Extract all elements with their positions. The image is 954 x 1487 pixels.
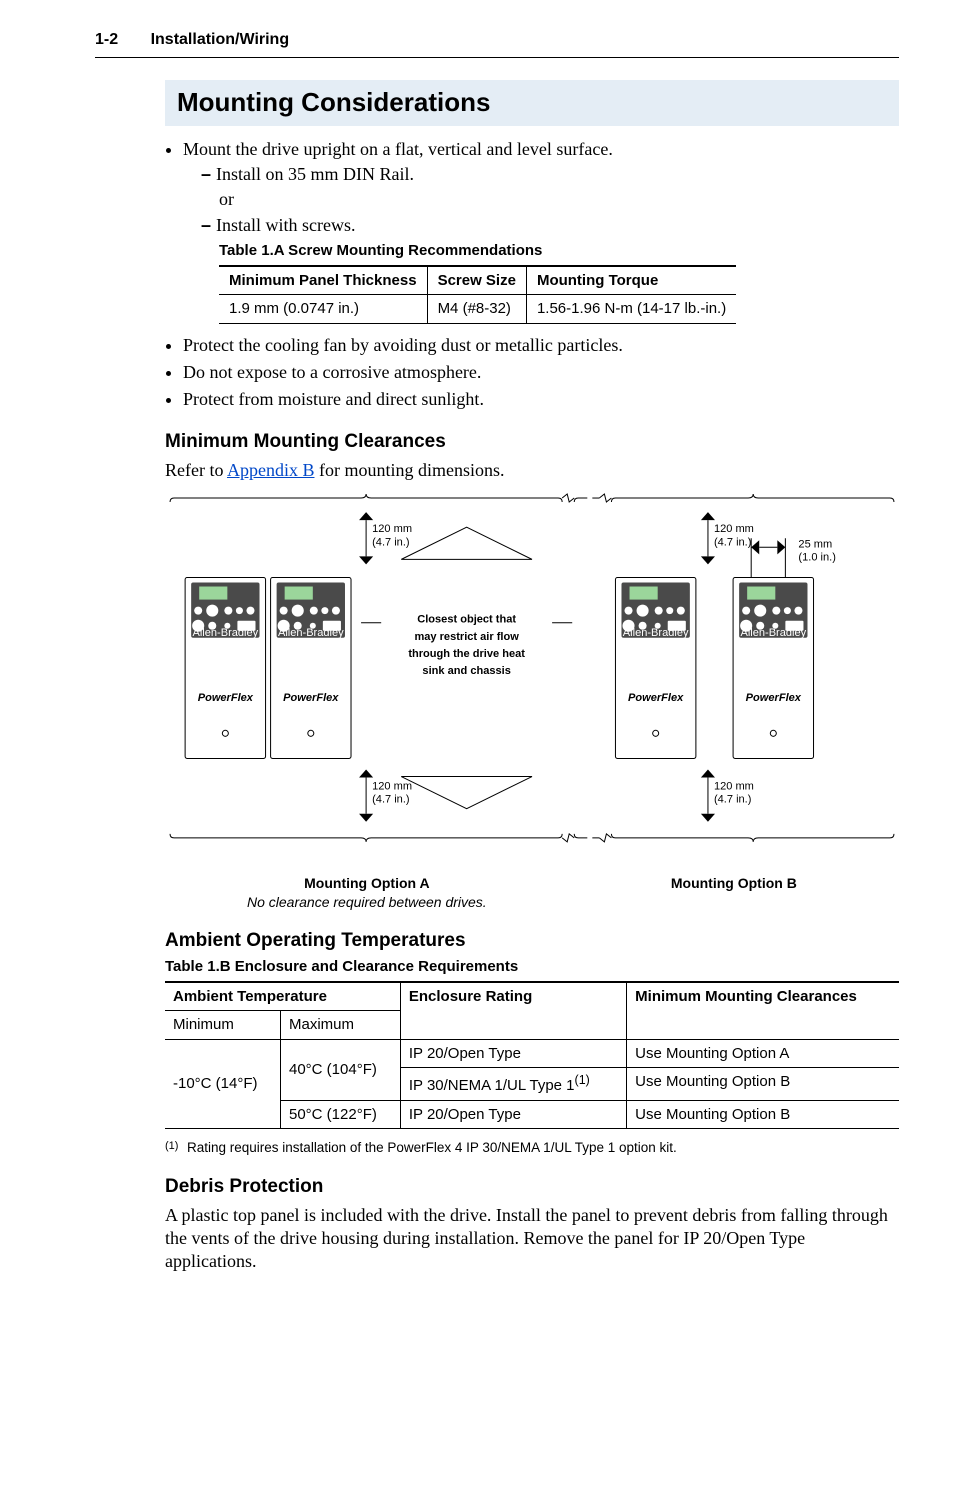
svg-text:PowerFlex: PowerFlex — [628, 692, 684, 704]
up-arrow-icon — [701, 512, 715, 520]
dim-bot-in-a: (4.7 in.) — [372, 794, 409, 806]
debris-heading: Debris Protection — [165, 1175, 899, 1200]
down-arrow-icon — [359, 814, 373, 822]
option-a-sub: No clearance required between drives. — [165, 893, 569, 911]
dim-top-mm-b: 120 mm — [714, 523, 754, 535]
dim-side-in: (1.0 in.) — [798, 551, 835, 563]
t1b-max1: 40°C (104°F) — [280, 1039, 400, 1100]
t1b-clr2: Use Mounting Option B — [627, 1068, 899, 1101]
appendix-b-link[interactable]: Appendix B — [227, 460, 315, 480]
table-1a: Minimum Panel Thickness Screw Size Mount… — [219, 265, 736, 324]
svg-text:PowerFlex: PowerFlex — [746, 692, 802, 704]
dim-bot-mm-b: 120 mm — [714, 781, 754, 793]
dim-top-in-b: (4.7 in.) — [714, 536, 751, 548]
dim-bot-mm-a: 120 mm — [372, 781, 412, 793]
option-b-label: Mounting Option B — [569, 874, 899, 892]
t1b-h-min: Minimum — [165, 1011, 280, 1040]
t1a-r1c3: 1.56-1.96 N-m (14-17 lb.-in.) — [526, 295, 736, 324]
debris-text: A plastic top panel is included with the… — [165, 1204, 899, 1274]
t1b-clr3: Use Mounting Option B — [627, 1100, 899, 1129]
svg-text:Allen-Bradley: Allen-Bradley — [623, 627, 689, 639]
left-arrow-icon — [751, 540, 759, 554]
t1a-r1c2: M4 (#8-32) — [427, 295, 526, 324]
device-a1: Allen-Bradley PowerFlex — [185, 577, 265, 758]
bullet-3: Do not expose to a corrosive atmosphere. — [183, 361, 899, 384]
table-1b: Ambient Temperature Enclosure Rating Min… — [165, 981, 899, 1130]
note-l2: may restrict air flow — [414, 631, 519, 643]
or-text: or — [219, 188, 899, 211]
mmc-text: Refer to Appendix B for mounting dimensi… — [165, 459, 899, 482]
aot-heading: Ambient Operating Temperatures — [165, 929, 899, 954]
device-a2: Allen-Bradley PowerFlex — [271, 577, 351, 758]
t1b-h-mm: Minimum Mounting Clearances — [627, 982, 899, 1040]
t1a-r1c1: 1.9 mm (0.0747 in.) — [219, 295, 427, 324]
svg-text:Allen-Bradley: Allen-Bradley — [192, 627, 258, 639]
up-arrow-icon — [701, 769, 715, 777]
table-1a-caption: Table 1.A Screw Mounting Recommendations — [219, 241, 899, 261]
t1a-h1: Minimum Panel Thickness — [219, 266, 427, 295]
svg-text:Allen-Bradley: Allen-Bradley — [740, 627, 806, 639]
note-l3: through the drive heat — [408, 648, 525, 660]
t1b-enc1: IP 20/Open Type — [400, 1039, 626, 1068]
clearance-svg: 120 mm (4.7 in.) Allen-Bradley PowerFlex — [165, 492, 899, 864]
svg-text:PowerFlex: PowerFlex — [283, 692, 339, 704]
up-arrow-icon — [359, 512, 373, 520]
t1b-h-enc: Enclosure Rating — [400, 982, 626, 1040]
section-number: 1-2 — [95, 31, 118, 48]
t1b-min: -10°C (14°F) — [165, 1039, 280, 1129]
t1a-h2: Screw Size — [427, 266, 526, 295]
bullet-1: Mount the drive upright on a flat, verti… — [183, 139, 613, 159]
subbullet-screws: Install with screws. — [201, 214, 899, 237]
dim-top-in-a: (4.7 in.) — [372, 536, 409, 548]
right-arrow-icon — [777, 540, 785, 554]
t1b-enc2: IP 30/NEMA 1/UL Type 1(1) — [400, 1068, 626, 1101]
t1b-enc3: IP 20/Open Type — [400, 1100, 626, 1129]
chapter-name: Installation/Wiring — [151, 31, 290, 48]
note-l1: Closest object that — [417, 614, 516, 626]
clearance-diagram: 120 mm (4.7 in.) Allen-Bradley PowerFlex — [165, 492, 899, 911]
note-l4: sink and chassis — [422, 665, 510, 677]
mmc-heading: Minimum Mounting Clearances — [165, 430, 899, 455]
t1b-h-amb: Ambient Temperature — [165, 982, 400, 1011]
svg-text:Allen-Bradley: Allen-Bradley — [278, 627, 344, 639]
dim-top-mm-a: 120 mm — [372, 523, 412, 535]
table-1b-caption: Table 1.B Enclosure and Clearance Requir… — [165, 957, 899, 977]
page-header: 1-2 Installation/Wiring — [95, 30, 899, 58]
option-a-label: Mounting Option A — [165, 874, 569, 892]
svg-text:PowerFlex: PowerFlex — [198, 692, 254, 704]
main-bullet-list: Mount the drive upright on a flat, verti… — [165, 138, 899, 412]
t1b-clr1: Use Mounting Option A — [627, 1039, 899, 1068]
footnote-text: Rating requires installation of the Powe… — [187, 1139, 677, 1157]
subbullet-din: Install on 35 mm DIN Rail. — [201, 163, 899, 186]
t1b-h-max: Maximum — [280, 1011, 400, 1040]
down-arrow-icon — [701, 814, 715, 822]
down-arrow-icon — [359, 556, 373, 564]
device-b1: Allen-Bradley PowerFlex — [615, 577, 695, 758]
page-title: Mounting Considerations — [165, 80, 899, 126]
bullet-2: Protect the cooling fan by avoiding dust… — [183, 334, 899, 357]
table-1b-footnote: (1) Rating requires installation of the … — [165, 1139, 899, 1157]
t1a-h3: Mounting Torque — [526, 266, 736, 295]
down-arrow-icon — [701, 556, 715, 564]
dim-side-mm: 25 mm — [798, 538, 832, 550]
device-b2: Allen-Bradley PowerFlex — [733, 577, 813, 758]
t1b-max2: 50°C (122°F) — [280, 1100, 400, 1129]
footnote-marker: (1) — [165, 1139, 187, 1157]
dim-bot-in-b: (4.7 in.) — [714, 794, 751, 806]
up-arrow-icon — [359, 769, 373, 777]
bullet-4: Protect from moisture and direct sunligh… — [183, 388, 899, 411]
